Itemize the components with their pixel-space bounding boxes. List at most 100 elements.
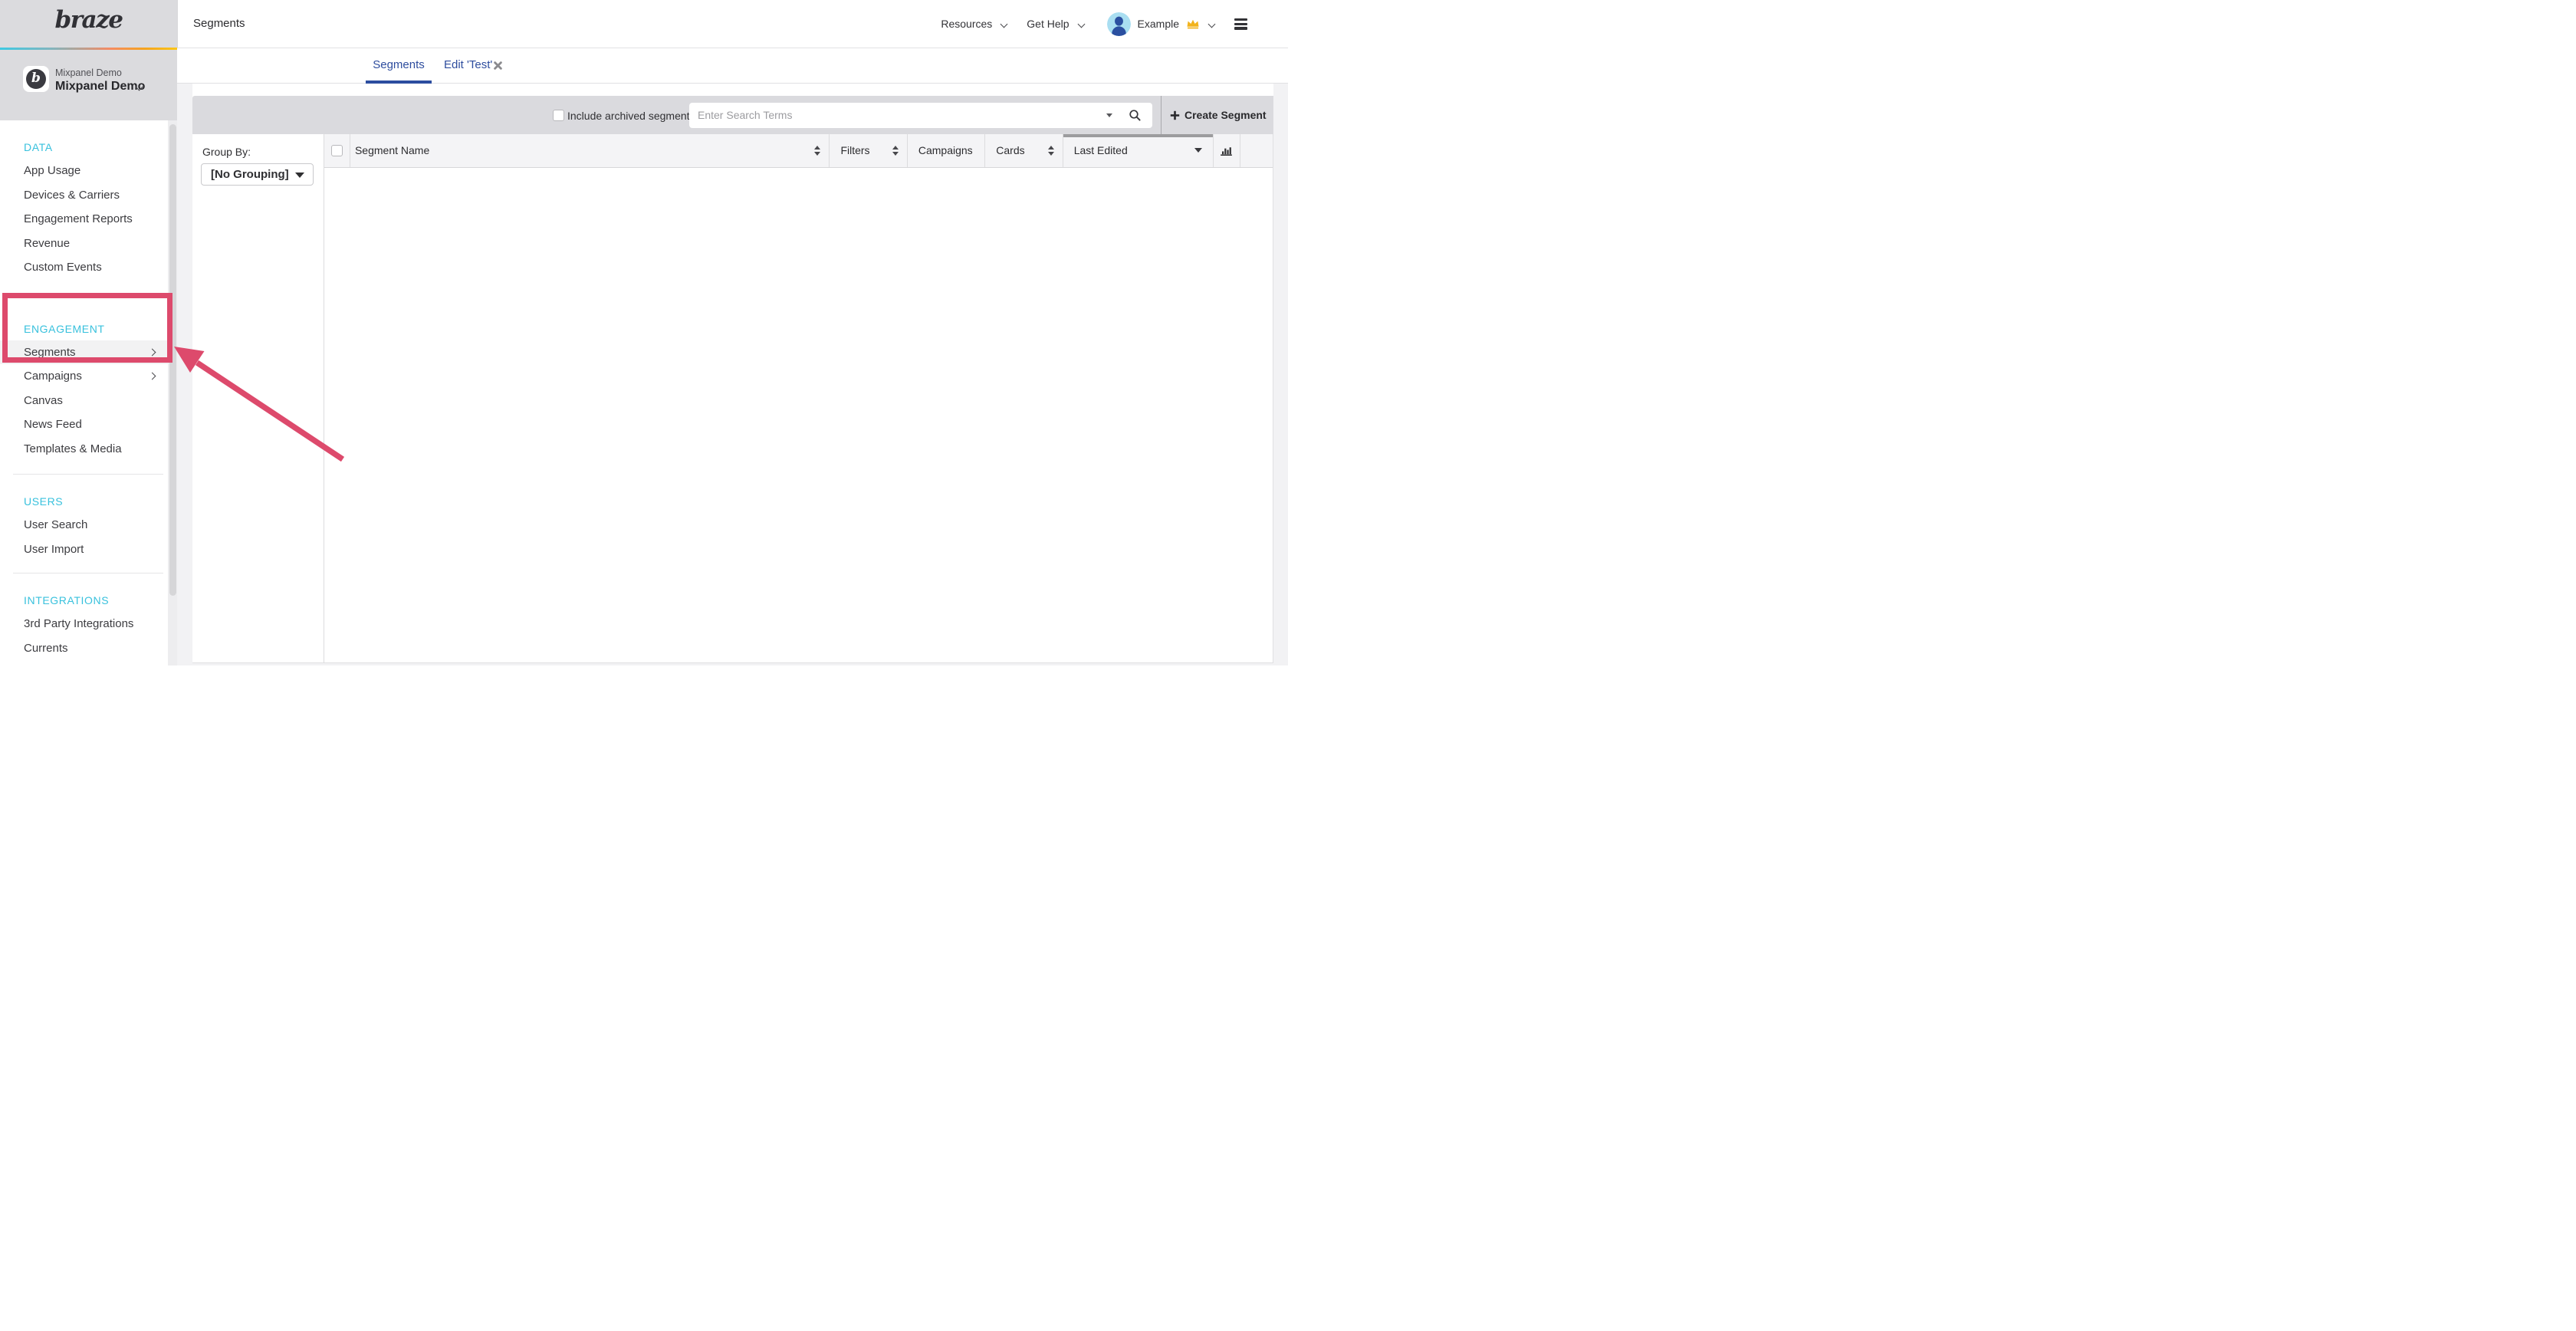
column-campaigns[interactable]: Campaigns — [908, 134, 985, 167]
create-segment-label: Create Segment — [1184, 109, 1267, 121]
page-right-margin — [1273, 84, 1288, 666]
column-segment-name[interactable]: Segment Name — [350, 134, 830, 167]
column-label: Cards — [996, 144, 1024, 156]
brand-gradient-divider — [0, 48, 177, 50]
section-title: ENGAGEMENT — [24, 323, 105, 335]
search-icon[interactable] — [1129, 109, 1142, 122]
sidebar-item-user-import[interactable]: User Import — [0, 537, 168, 562]
segments-page: Include archived segments Create Segment… — [177, 84, 1288, 666]
column-label: Segment Name — [355, 144, 429, 156]
sidebar-item-label: Revenue — [24, 237, 70, 250]
table-header-row: Segment Name Filters Campaigns Cards Las… — [324, 134, 1273, 168]
sidebar-item-news-feed[interactable]: News Feed — [0, 412, 168, 437]
column-label: Campaigns — [918, 144, 973, 156]
column-label: Last Edited — [1074, 144, 1128, 156]
sidebar-item-app-usage[interactable]: App Usage — [0, 159, 168, 183]
column-label: Filters — [840, 144, 869, 156]
sidebar-nav: DATA App Usage Devices & Carriers Engage… — [0, 120, 168, 666]
sidebar-item-label: Segments — [24, 346, 76, 359]
search-box — [689, 103, 1152, 128]
sidebar-item-label: Devices & Carriers — [24, 189, 120, 202]
column-analytics[interactable] — [1214, 134, 1240, 167]
sidebar-item-label: Templates & Media — [24, 442, 122, 455]
sidebar-item-currents[interactable]: Currents — [0, 636, 168, 661]
chevron-down-icon[interactable] — [1001, 20, 1008, 28]
page-gutter — [177, 84, 192, 666]
sort-icon[interactable] — [892, 146, 899, 156]
group-by-value: [No Grouping] — [211, 168, 289, 181]
braze-logo: braze — [0, 6, 177, 34]
sidebar-item-3rd-party-integrations[interactable]: 3rd Party Integrations — [0, 612, 168, 636]
sort-desc-caret-icon[interactable] — [1194, 148, 1202, 153]
column-cards[interactable]: Cards — [985, 134, 1063, 167]
column-last-edited[interactable]: Last Edited — [1063, 134, 1214, 167]
sidebar-item-revenue[interactable]: Revenue — [0, 232, 168, 256]
sidebar-item-devices-carriers[interactable]: Devices & Carriers — [0, 183, 168, 208]
column-spacer — [1240, 134, 1273, 167]
workspace-switcher[interactable]: Mixpanel Demo — [55, 80, 145, 94]
chevron-down-icon[interactable] — [1077, 20, 1085, 28]
column-filters[interactable]: Filters — [830, 134, 907, 167]
sidebar-item-user-search[interactable]: User Search — [0, 513, 168, 537]
group-by-panel: Group By: [No Grouping] — [192, 134, 324, 663]
braze-b-icon: b — [26, 69, 46, 89]
chevron-right-icon — [149, 348, 156, 356]
segments-toolbar: Include archived segments Create Segment — [192, 96, 1273, 134]
sidebar-section-integrations: INTEGRATIONS — [0, 589, 168, 612]
dropdown-caret-icon — [295, 173, 304, 178]
sidebar-divider — [13, 474, 163, 475]
tab-bar: Segments Edit 'Test' — [177, 48, 1288, 84]
page-bottom-margin — [177, 663, 1288, 666]
include-archived-checkbox[interactable] — [553, 110, 564, 121]
sort-icon[interactable] — [1048, 146, 1054, 156]
sidebar-item-label: Currents — [24, 642, 68, 655]
toolbar-divider — [1161, 96, 1162, 134]
select-all-checkbox[interactable] — [331, 145, 343, 156]
search-input[interactable] — [689, 103, 1096, 128]
sidebar-item-segments[interactable]: Segments — [0, 340, 168, 365]
sidebar-scrollbar-track[interactable] — [168, 120, 177, 666]
tab-label: Segments — [373, 58, 425, 71]
segments-table: Segment Name Filters Campaigns Cards Las… — [324, 134, 1273, 663]
user-name-label[interactable]: Example — [1138, 18, 1179, 30]
sidebar-item-custom-events[interactable]: Custom Events — [0, 255, 168, 280]
user-avatar[interactable] — [1107, 12, 1131, 36]
sidebar-item-canvas[interactable]: Canvas — [0, 389, 168, 413]
create-segment-button[interactable]: Create Segment — [1170, 96, 1267, 134]
tab-segments[interactable]: Segments — [366, 48, 432, 84]
section-title: INTEGRATIONS — [24, 594, 109, 606]
select-all-cell — [324, 134, 350, 167]
sidebar-scrollbar-thumb[interactable] — [169, 124, 176, 596]
resources-menu[interactable]: Resources — [941, 18, 992, 30]
sort-icon[interactable] — [814, 146, 820, 156]
chevron-right-icon — [149, 373, 156, 380]
hamburger-menu-icon[interactable] — [1234, 18, 1247, 30]
top-bar: Segments Resources Get Help Example — [177, 0, 1288, 48]
workspace-avatar[interactable]: b — [23, 66, 49, 92]
section-title: DATA — [24, 141, 53, 153]
tab-edit-test[interactable]: Edit 'Test' — [444, 48, 492, 84]
sidebar-item-label: App Usage — [24, 164, 80, 177]
close-icon[interactable] — [494, 61, 502, 70]
include-archived-label: Include archived segments — [567, 110, 695, 122]
sidebar-item-templates-media[interactable]: Templates & Media — [0, 437, 168, 462]
sidebar-header: braze b Mixpanel Demo Mixpanel Demo — [0, 0, 177, 120]
sidebar-item-engagement-reports[interactable]: Engagement Reports — [0, 207, 168, 232]
sidebar-section-data: DATA — [0, 136, 168, 159]
sidebar-section-engagement: ENGAGEMENT — [0, 317, 168, 340]
tab-label: Edit 'Test' — [444, 58, 492, 71]
plus-icon — [1170, 110, 1180, 120]
person-icon — [1107, 12, 1131, 36]
get-help-menu[interactable]: Get Help — [1027, 18, 1069, 30]
sidebar-item-label: User Search — [24, 518, 87, 531]
sidebar-item-campaigns[interactable]: Campaigns — [0, 364, 168, 389]
sidebar-item-label: Campaigns — [24, 370, 82, 383]
chevron-down-icon[interactable] — [1208, 20, 1216, 28]
group-by-dropdown[interactable]: [No Grouping] — [201, 163, 314, 186]
sidebar-section-users: USERS — [0, 490, 168, 513]
sidebar-item-label: Custom Events — [24, 261, 102, 274]
search-dropdown-caret-icon[interactable] — [1106, 113, 1112, 117]
top-bar-menu: Resources Get Help Example — [941, 0, 1247, 48]
section-title: USERS — [24, 495, 63, 508]
sidebar-item-label: 3rd Party Integrations — [24, 617, 133, 630]
